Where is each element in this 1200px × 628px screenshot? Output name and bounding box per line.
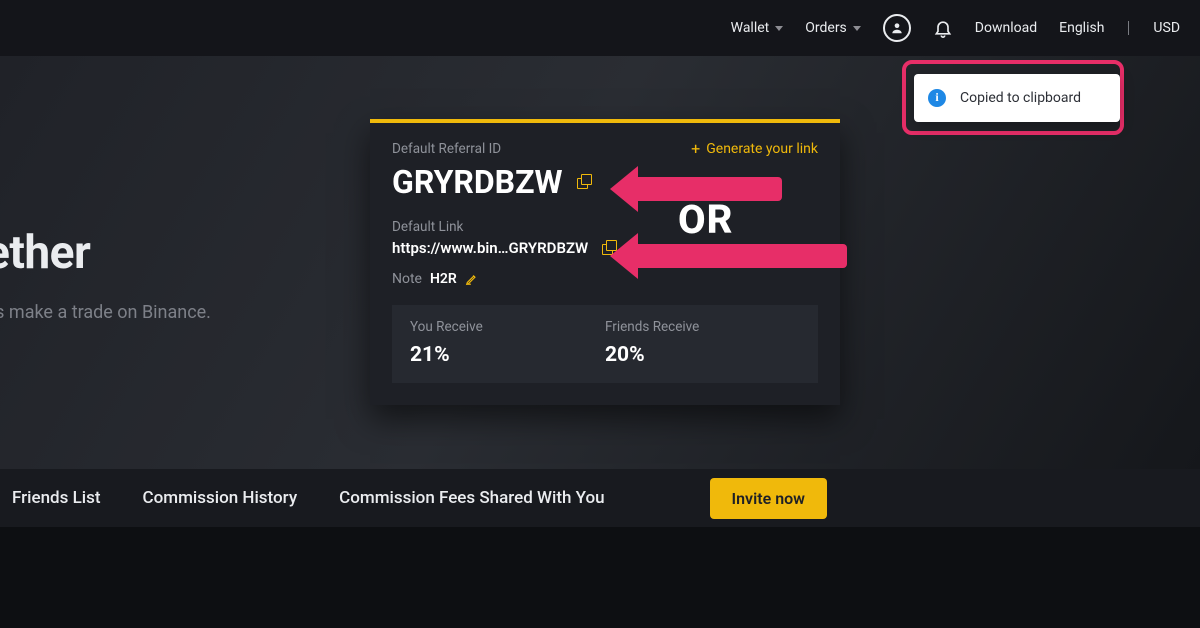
tab-commission-shared[interactable]: Commission Fees Shared With You — [339, 488, 604, 508]
referral-id-label: Default Referral ID — [392, 141, 501, 157]
info-icon: i — [928, 89, 946, 107]
bell-icon — [933, 18, 953, 38]
nav-language[interactable]: English — [1059, 20, 1104, 36]
you-receive-col: You Receive 21% — [410, 319, 605, 367]
nav-orders-label: Orders — [805, 20, 847, 36]
notifications-button[interactable] — [933, 18, 953, 38]
hero-title: ether — [0, 226, 90, 280]
nav-download-label: Download — [975, 20, 1037, 36]
note-row: Note H2R — [392, 271, 818, 287]
copy-referral-id-button[interactable] — [577, 175, 592, 190]
nav-orders[interactable]: Orders — [805, 20, 861, 36]
copied-toast: i Copied to clipboard — [914, 74, 1120, 122]
friends-receive-value: 20% — [605, 343, 800, 367]
nav-language-label: English — [1059, 20, 1104, 36]
hero-subtitle: ds make a trade on Binance. — [0, 302, 211, 323]
user-menu[interactable] — [883, 14, 911, 42]
friends-receive-label: Friends Receive — [605, 319, 800, 335]
nav-currency-label: USD — [1153, 20, 1180, 36]
pencil-icon — [465, 272, 479, 286]
annotation-or-label: OR — [678, 196, 733, 243]
default-link-value: https://www.bin…GRYRDBZW — [392, 239, 588, 257]
note-value: H2R — [430, 271, 457, 287]
you-receive-label: You Receive — [410, 319, 605, 335]
invite-now-button[interactable]: Invite now — [710, 478, 827, 519]
plus-icon: + — [691, 142, 700, 156]
nav-wallet[interactable]: Wallet — [731, 20, 784, 36]
referral-id-value: GRYRDBZW — [392, 163, 563, 201]
edit-note-button[interactable] — [465, 272, 479, 286]
commission-split: You Receive 21% Friends Receive 20% — [392, 305, 818, 383]
tab-commission-history[interactable]: Commission History — [143, 488, 298, 508]
top-nav: Wallet Orders Download English USD — [0, 0, 1200, 56]
chevron-down-icon — [853, 26, 861, 31]
generate-link-label: Generate your link — [706, 141, 818, 157]
default-link-label: Default Link — [392, 219, 818, 235]
nav-currency[interactable]: USD — [1153, 20, 1180, 36]
nav-divider — [1128, 21, 1129, 35]
note-label: Note — [392, 271, 422, 287]
user-icon — [890, 21, 904, 35]
referral-tabs: Friends List Commission History Commissi… — [0, 469, 1200, 527]
toast-message: Copied to clipboard — [960, 90, 1081, 106]
tab-friends-list[interactable]: Friends List — [12, 488, 101, 508]
nav-download[interactable]: Download — [975, 20, 1037, 36]
you-receive-value: 21% — [410, 343, 605, 367]
generate-link-button[interactable]: + Generate your link — [691, 141, 818, 157]
annotation-toast-highlight: i Copied to clipboard — [902, 60, 1124, 135]
annotation-arrow-link — [632, 244, 847, 268]
friends-receive-col: Friends Receive 20% — [605, 319, 800, 367]
referral-card-header: Default Referral ID + Generate your link — [392, 141, 818, 157]
chevron-down-icon — [775, 26, 783, 31]
content-area — [0, 527, 1200, 628]
nav-wallet-label: Wallet — [731, 20, 770, 36]
